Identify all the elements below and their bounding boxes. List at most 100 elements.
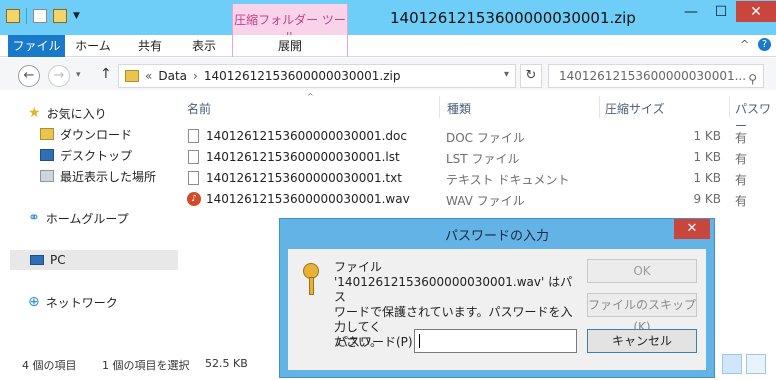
file-protected: 有 [735, 194, 748, 208]
breadcrumb-zip[interactable]: 14012612153600000030001.zip [204, 69, 401, 83]
navigation-pane: ★ お気に入り ダウンロード デスクトップ 最近表示した場所 ⚭ ホームグループ… [0, 92, 178, 350]
customize-toolbar-icon[interactable]: ▼ [73, 11, 80, 21]
back-button[interactable]: ← [18, 65, 40, 87]
dialog-title: パスワードの入力 [444, 229, 549, 244]
column-type[interactable]: 種類 [447, 100, 471, 117]
star-icon: ★ [28, 105, 41, 121]
password-dialog: パスワードの入力 ✕ ファイル '14012612153600000030001… [279, 218, 715, 378]
document-icon [188, 150, 199, 164]
file-type: テキスト ドキュメント [446, 173, 570, 187]
pc-icon [30, 255, 44, 265]
dialog-close-button[interactable]: ✕ [674, 219, 710, 239]
selection-count: 1 個の項目を選択 [102, 359, 190, 372]
up-button[interactable]: ↑ [100, 66, 112, 82]
large-icons-view-button[interactable] [746, 354, 766, 374]
zip-folder-icon [125, 70, 139, 82]
text-document-icon [188, 171, 199, 185]
details-view-button[interactable] [722, 354, 742, 374]
sort-ascending-icon: ^ [307, 92, 314, 101]
sidebar-item-label: ネットワーク [45, 295, 118, 310]
sidebar-item-label: お気に入り [46, 106, 107, 121]
cancel-button[interactable]: キャンセル [587, 329, 697, 353]
navigation-bar: ← → ▾ ↑ « Data › 14012612153600000030001… [0, 58, 776, 90]
sidebar-item-label: 最近表示した場所 [60, 169, 157, 184]
file-size: 1 KB [693, 129, 721, 143]
dialog-body: ファイル '14012612153600000030001.wav' はパス ワ… [288, 249, 706, 370]
file-protected: 有 [735, 152, 748, 166]
file-type: DOC ファイル [446, 131, 525, 145]
folder-properties-icon[interactable] [6, 9, 20, 23]
tab-extract[interactable]: 展開 [232, 35, 348, 57]
network-icon: ⊕ [28, 294, 40, 310]
recent-places-icon [40, 170, 54, 182]
sidebar-item-label: デスクトップ [60, 148, 133, 163]
tab-view[interactable]: 表示 [180, 35, 228, 57]
file-type: WAV ファイル [446, 194, 525, 208]
sidebar-item-network[interactable]: ⊕ ネットワーク [28, 292, 118, 312]
properties-icon[interactable] [33, 9, 47, 23]
context-tab-header: 圧縮フォルダー ツール [232, 4, 348, 44]
expand-ribbon-icon[interactable]: ^ [740, 38, 749, 51]
column-compressed-size[interactable]: 圧縮サイズ [605, 100, 665, 117]
tab-file[interactable]: ファイル [8, 35, 65, 57]
breadcrumb-data[interactable]: Data [158, 69, 187, 83]
file-row[interactable]: 14012612153600000030001.lst LST ファイル 1 K… [179, 147, 776, 168]
close-button[interactable]: ✕ [736, 1, 776, 22]
column-divider[interactable] [439, 96, 440, 118]
minimize-button[interactable]: — [676, 1, 706, 22]
item-count: 4 個の項目 [22, 359, 77, 372]
help-icon[interactable]: ? [758, 38, 771, 51]
file-row[interactable]: 14012612153600000030001.doc DOC ファイル 1 K… [179, 126, 776, 147]
skip-file-button[interactable]: ファイルのスキップ(K) [587, 293, 697, 334]
ok-button[interactable]: OK [587, 259, 697, 283]
sidebar-item-label: PC [50, 253, 66, 267]
new-folder-icon[interactable] [53, 9, 67, 23]
file-name: 14012612153600000030001.doc [206, 129, 407, 143]
file-row[interactable]: ♪ 14012612153600000030001.wav WAV ファイル 9… [179, 189, 776, 210]
file-name: 14012612153600000030001.wav [206, 192, 410, 206]
audio-file-icon: ♪ [187, 192, 201, 206]
refresh-button[interactable]: ↻ [520, 64, 542, 88]
file-row[interactable]: 14012612153600000030001.txt テキスト ドキュメント … [179, 168, 776, 189]
selection-size: 52.5 KB [205, 357, 248, 370]
tab-share[interactable]: 共有 [126, 35, 174, 57]
sidebar-item-recent[interactable]: 最近表示した場所 [40, 166, 156, 186]
downloads-folder-icon [40, 128, 54, 140]
file-protected: 有 [735, 173, 748, 187]
sidebar-item-favorites[interactable]: ★ お気に入り [28, 103, 107, 123]
search-input[interactable]: 14012612153600000030001... ⚲ [548, 64, 764, 88]
recent-locations-icon[interactable]: ▾ [76, 70, 81, 80]
message-line: ファイル [334, 260, 383, 274]
message-line: '14012612153600000030001.wav' はパス [334, 275, 573, 304]
document-icon [188, 129, 199, 143]
key-icon [303, 263, 321, 297]
column-name[interactable]: 名前 [187, 100, 211, 117]
file-type: LST ファイル [446, 152, 520, 166]
address-dropdown-icon[interactable]: ▾ [504, 69, 509, 80]
password-label: パスワード(P): [336, 335, 417, 349]
file-size: 9 KB [693, 192, 721, 206]
sidebar-item-downloads[interactable]: ダウンロード [40, 124, 132, 144]
address-field[interactable]: « Data › 14012612153600000030001.zip ▾ [118, 64, 516, 88]
maximize-button[interactable]: ☐ [706, 1, 736, 22]
quick-access-toolbar: ▼ [6, 8, 80, 24]
file-protected: 有 [735, 131, 748, 145]
forward-button[interactable]: → [48, 65, 70, 87]
sidebar-item-homegroup[interactable]: ⚭ ホームグループ [28, 208, 129, 228]
homegroup-icon: ⚭ [28, 210, 40, 226]
text-caret [419, 334, 420, 348]
file-name: 14012612153600000030001.lst [206, 150, 400, 164]
sidebar-item-desktop[interactable]: デスクトップ [40, 145, 132, 165]
file-size: 1 KB [693, 171, 721, 185]
tab-home[interactable]: ホーム [68, 35, 118, 57]
search-placeholder: 14012612153600000030001... [559, 69, 747, 83]
address-overflow[interactable]: « [145, 69, 152, 83]
sidebar-item-pc[interactable]: PC [10, 250, 178, 270]
file-size: 1 KB [693, 150, 721, 164]
column-divider[interactable] [729, 96, 730, 118]
column-divider[interactable] [599, 96, 600, 118]
breadcrumb-separator[interactable]: › [193, 69, 198, 83]
column-headers: ^ 名前 種類 圧縮サイズ パスワー [179, 92, 776, 133]
password-field[interactable] [414, 329, 577, 353]
file-name: 14012612153600000030001.txt [206, 171, 402, 185]
